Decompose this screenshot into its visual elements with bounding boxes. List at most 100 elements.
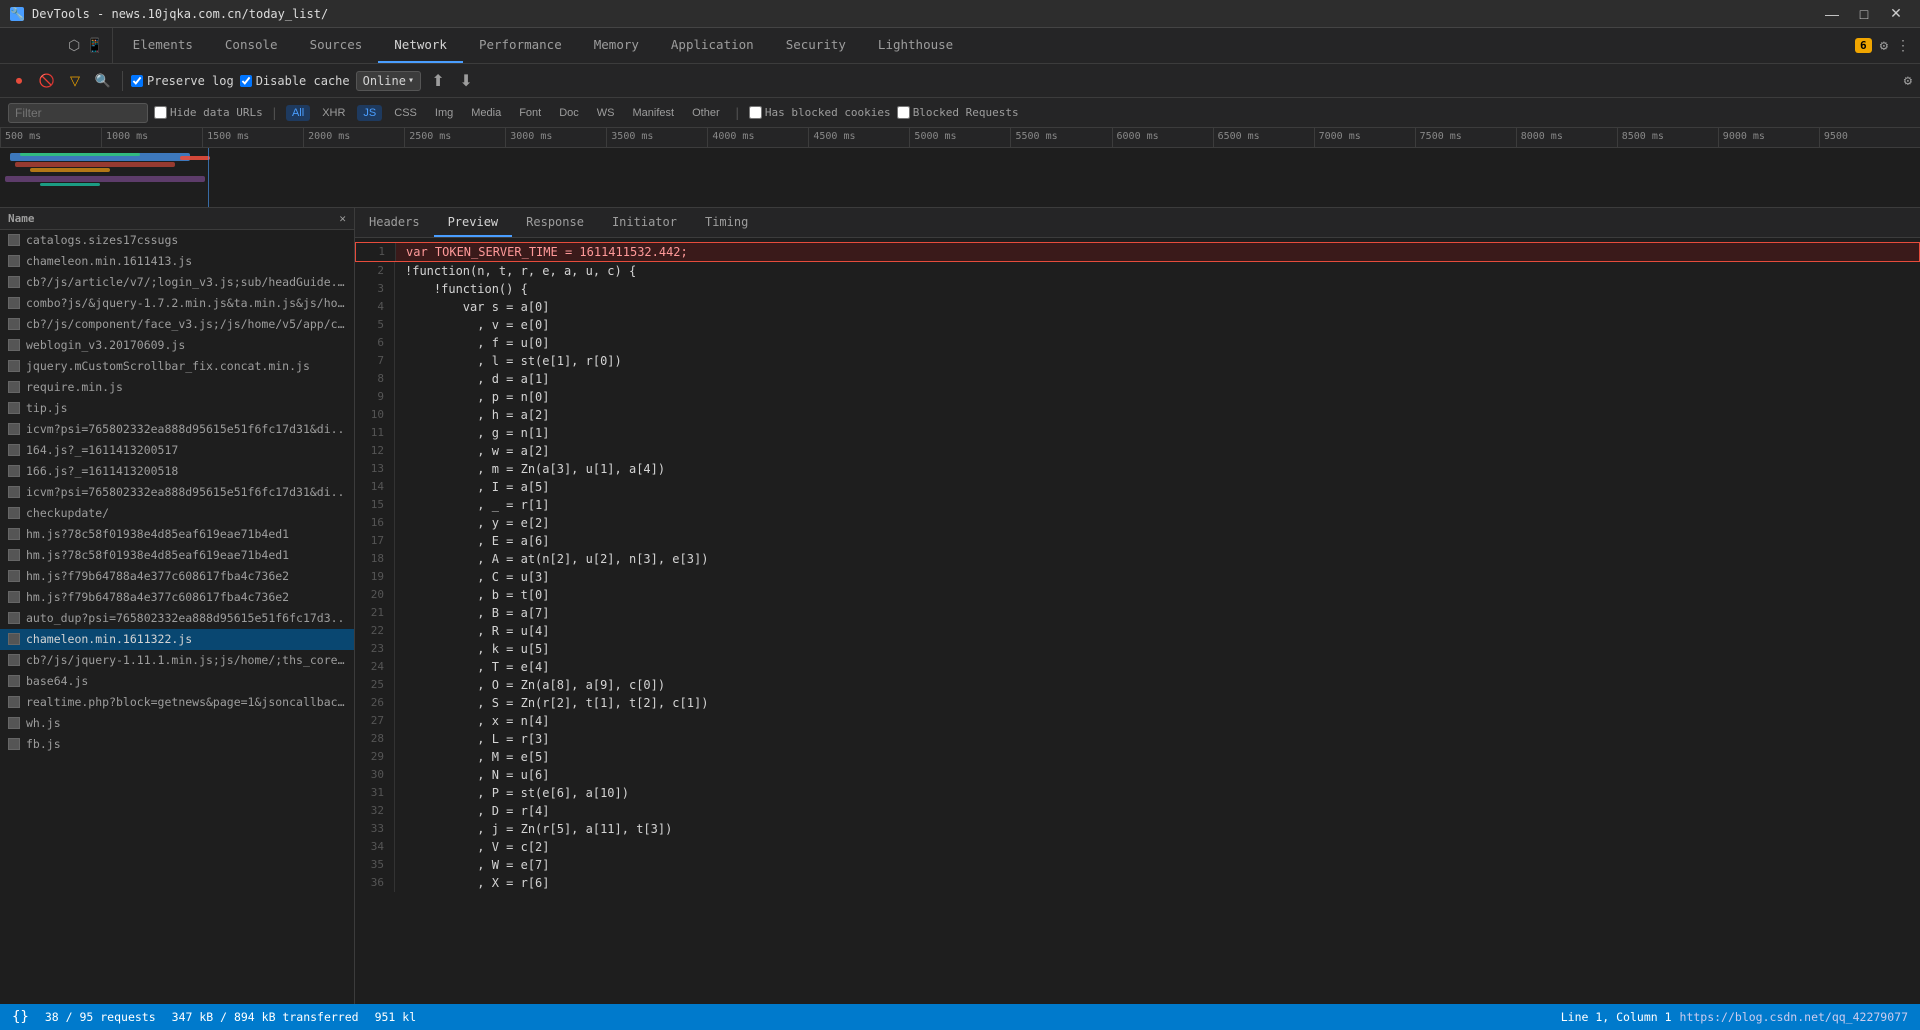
file-item[interactable]: 164.js?_=1611413200517 [0,440,354,461]
file-item[interactable]: chameleon.min.1611413.js [0,251,354,272]
tab-console[interactable]: Console [209,28,294,63]
file-name-text: base64.js [26,674,88,688]
tab-lighthouse[interactable]: Lighthouse [862,28,969,63]
line-number: 23 [355,640,395,658]
line-number: 1 [356,243,396,261]
maximize-button[interactable]: □ [1850,0,1878,28]
tab-initiator[interactable]: Initiator [598,208,691,237]
filter-font[interactable]: Font [513,105,547,121]
filter-all[interactable]: All [286,105,310,121]
file-item[interactable]: icvm?psi=765802332ea888d95615e51f6fc17d3… [0,482,354,503]
export-button[interactable]: ⬇ [455,70,477,92]
blocked-requests-label[interactable]: Blocked Requests [897,106,1019,119]
filter-other[interactable]: Other [686,105,726,121]
file-item[interactable]: combo?js/&jquery-1.7.2.min.js&ta.min.js&… [0,293,354,314]
curly-braces-icon[interactable]: {} [12,1009,29,1025]
code-line: 29 , M = e[5] [355,748,1920,766]
tab-sources[interactable]: Sources [294,28,379,63]
line-content: !function(n, t, r, e, a, u, c) { [395,262,636,280]
file-name-text: hm.js?f79b64788a4e377c608617fba4c736e2 [26,590,289,604]
file-name-text: 164.js?_=1611413200517 [26,443,178,457]
file-item[interactable]: cb?/js/component/face_v3.js;/js/home/v5/… [0,314,354,335]
network-settings-icon[interactable]: ⚙ [1904,73,1912,89]
filter-media[interactable]: Media [465,105,507,121]
status-bar: {} 38 / 95 requests 347 kB / 894 kB tran… [0,1004,1920,1030]
file-item[interactable]: jquery.mCustomScrollbar_fix.concat.min.j… [0,356,354,377]
filter-js[interactable]: JS [357,105,382,121]
file-item[interactable]: auto_dup?psi=765802332ea888d95615e51f6fc… [0,608,354,629]
code-viewer[interactable]: 1var TOKEN_SERVER_TIME = 1611411532.442;… [355,238,1920,1004]
hide-data-urls-label[interactable]: Hide data URLs [154,106,263,119]
tab-performance[interactable]: Performance [463,28,578,63]
tab-network[interactable]: Network [378,28,463,63]
filter-xhr[interactable]: XHR [316,105,351,121]
blocked-cookies-checkbox[interactable] [749,106,762,119]
file-item[interactable]: fb.js [0,734,354,755]
blocked-cookies-label[interactable]: Has blocked cookies [749,106,891,119]
line-number: 24 [355,658,395,676]
file-item[interactable]: require.min.js [0,377,354,398]
more-icon[interactable]: ⋮ [1896,38,1910,54]
line-content: , g = n[1] [395,424,550,442]
search-button[interactable]: 🔍 [92,70,114,92]
import-button[interactable]: ⬆ [427,70,449,92]
tab-memory[interactable]: Memory [578,28,655,63]
filter-icon-button[interactable]: ▽ [64,70,86,92]
file-item[interactable]: checkupdate/ [0,503,354,524]
line-number: 13 [355,460,395,478]
file-type-icon [8,465,20,477]
file-item[interactable]: realtime.php?block=getnews&page=1&jsonca… [0,692,354,713]
filter-doc[interactable]: Doc [553,105,585,121]
code-line: 35 , W = e[7] [355,856,1920,874]
file-item[interactable]: hm.js?78c58f01938e4d85eaf619eae71b4ed1 [0,524,354,545]
filter-ws[interactable]: WS [591,105,621,121]
preserve-log-label[interactable]: Preserve log [131,74,234,88]
clear-button[interactable]: 🚫 [36,70,58,92]
file-item[interactable]: hm.js?f79b64788a4e377c608617fba4c736e2 [0,566,354,587]
filter-css[interactable]: CSS [388,105,423,121]
filter-input[interactable] [8,103,148,123]
file-item[interactable]: weblogin_v3.20170609.js [0,335,354,356]
close-button[interactable]: ✕ [1882,0,1910,28]
minimize-button[interactable]: — [1818,0,1846,28]
blocked-requests-checkbox[interactable] [897,106,910,119]
file-item[interactable]: 166.js?_=1611413200518 [0,461,354,482]
tab-headers[interactable]: Headers [355,208,434,237]
devtools-icon-device[interactable]: 📱 [86,38,103,54]
tab-application[interactable]: Application [655,28,770,63]
throttle-dropdown[interactable]: Online ▾ [356,71,421,91]
file-item[interactable]: cb?/js/jquery-1.11.1.min.js;js/home/;ths… [0,650,354,671]
filter-img[interactable]: Img [429,105,459,121]
file-item[interactable]: wh.js [0,713,354,734]
file-item[interactable]: cb?/js/article/v7/;login_v3.js;sub/headG… [0,272,354,293]
disable-cache-checkbox[interactable] [240,75,252,87]
tab-preview[interactable]: Preview [434,208,513,237]
ruler-mark: 1000 ms [101,128,202,147]
file-item[interactable]: catalogs.sizes17cssugs [0,230,354,251]
file-items: catalogs.sizes17cssugs chameleon.min.161… [0,230,354,755]
preserve-log-checkbox[interactable] [131,75,143,87]
tab-timing[interactable]: Timing [691,208,762,237]
line-content: , v = e[0] [395,316,550,334]
timeline-content[interactable] [0,148,1920,208]
file-item[interactable]: chameleon.min.1611322.js [0,629,354,650]
hide-data-urls-checkbox[interactable] [154,106,167,119]
warning-badge[interactable]: 6 [1855,38,1872,53]
tab-security[interactable]: Security [770,28,862,63]
file-type-icon [8,444,20,456]
devtools-icon-inspect[interactable]: ⬡ [68,38,80,54]
record-button[interactable]: ⏺ [8,70,30,92]
code-line: 1var TOKEN_SERVER_TIME = 1611411532.442; [355,242,1920,262]
file-item[interactable]: tip.js [0,398,354,419]
settings-icon[interactable]: ⚙ [1880,38,1888,54]
tab-response[interactable]: Response [512,208,598,237]
filter-manifest[interactable]: Manifest [627,105,681,121]
disable-cache-label[interactable]: Disable cache [240,74,350,88]
file-item[interactable]: hm.js?78c58f01938e4d85eaf619eae71b4ed1 [0,545,354,566]
file-item[interactable]: base64.js [0,671,354,692]
file-item[interactable]: icvm?psi=765802332ea888d95615e51f6fc17d3… [0,419,354,440]
file-item[interactable]: hm.js?f79b64788a4e377c608617fba4c736e2 [0,587,354,608]
file-name-text: icvm?psi=765802332ea888d95615e51f6fc17d3… [26,485,345,499]
close-panel-button[interactable]: ✕ [339,212,346,225]
tab-elements[interactable]: Elements [117,28,209,63]
